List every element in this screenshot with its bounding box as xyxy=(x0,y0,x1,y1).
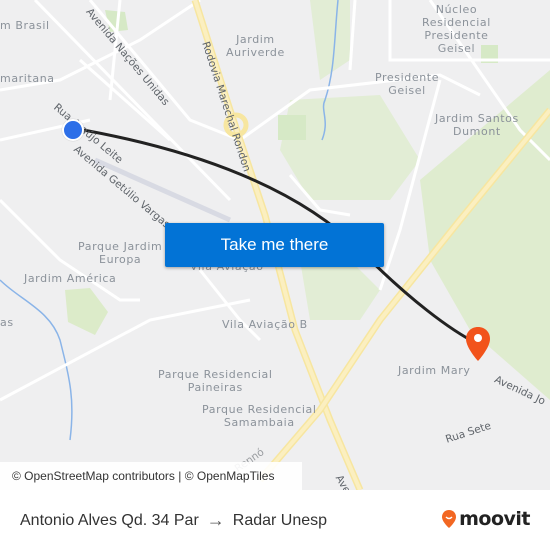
moovit-pin-icon xyxy=(442,510,457,528)
place-label-partial: as xyxy=(0,316,14,329)
river xyxy=(0,279,73,441)
arrow-right-icon: → xyxy=(206,510,225,530)
park-area xyxy=(310,0,350,80)
place-label-jardim-auriverde: Jardim Auriverde xyxy=(226,33,285,59)
place-label-jardim-brasil: m Brasil xyxy=(0,19,50,32)
map[interactable]: m Brasil maritana Jardim Auriverde Núcle… xyxy=(0,0,550,490)
park-area xyxy=(280,95,420,200)
place-label-jardim-mary: Jardim Mary xyxy=(398,364,471,377)
place-label-presidente-geisel: Presidente Geisel xyxy=(375,71,440,97)
place-label-jardim-santos-dumont: Jardim Santos Dumont xyxy=(435,112,519,138)
attribution-text[interactable]: © OpenStreetMap contributors | © OpenMap… xyxy=(12,469,274,483)
route-summary: Antonio Alves Qd. 34 Par → Radar Unesp xyxy=(20,510,327,531)
origin-name: Antonio Alves Qd. 34 Par xyxy=(20,511,199,529)
take-me-there-button[interactable]: Take me there xyxy=(165,223,384,267)
place-label-vila-aviacao-b: Vila Aviação B xyxy=(222,318,308,331)
destination-name: Radar Unesp xyxy=(232,511,328,529)
moovit-wordmark: moovit xyxy=(459,508,530,530)
map-attribution[interactable]: © OpenStreetMap contributors | © OpenMap… xyxy=(0,462,302,490)
place-label-jardim-america: Jardim América xyxy=(24,272,117,285)
place-label-samaritana: maritana xyxy=(0,72,55,85)
place-label-parque-residencial-paineiras: Parque Residencial Paineiras xyxy=(158,368,273,394)
origin-marker-icon[interactable] xyxy=(62,119,84,141)
place-label-nucleo-residencial: Núcleo Residencial Presidente Geisel xyxy=(422,3,491,55)
place-label-parque-jardim-europa: Parque Jardim Europa xyxy=(78,240,163,266)
park-area xyxy=(278,115,306,140)
park-area xyxy=(65,288,108,335)
place-label-parque-residencial-samambaia: Parque Residencial Samambaia xyxy=(202,403,317,429)
moovit-logo[interactable]: moovit xyxy=(441,508,530,530)
footer: Antonio Alves Qd. 34 Par → Radar Unesp m… xyxy=(0,490,550,550)
